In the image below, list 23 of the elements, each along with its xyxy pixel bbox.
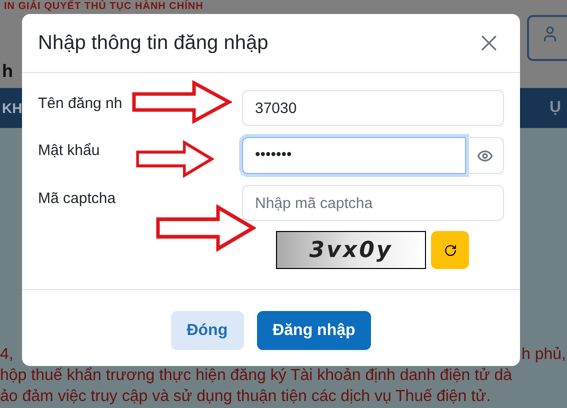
show-password-button[interactable] — [466, 137, 504, 174]
captcha-image: 3vx0y — [276, 231, 426, 269]
nav-item[interactable]: KH — [2, 98, 22, 118]
password-field[interactable]: ••••••• — [242, 137, 466, 174]
close-dialog-button[interactable]: Đóng — [170, 311, 244, 350]
page-title: IN GIẢI QUYẾT THỦ TỤC HÀNH CHÍNH — [3, 0, 204, 14]
page-subtitle: h — [2, 60, 14, 83]
login-button[interactable]: Đăng nhập — [256, 311, 372, 350]
paragraph-text: ảo đảm việc truy cập và sử dụng thuận tiện các dịch vụ Thuế điện tử. — [0, 387, 492, 407]
user-icon — [541, 25, 559, 43]
field-label: Tên đăng nh — [38, 94, 122, 114]
username-field[interactable]: 37030 — [242, 90, 504, 126]
paragraph-text: 4, — [0, 345, 14, 365]
field-label: Mã captcha — [38, 189, 116, 209]
eye-icon — [476, 148, 492, 164]
captcha-field[interactable]: Nhập mã captcha — [242, 185, 504, 221]
field-label: Mật khẩu — [38, 141, 100, 161]
paragraph-text: hộp thuế khẩn trương thực hiện đăng ký Tài khoản định danh điện tử dà — [0, 366, 514, 386]
paragraph-text: h phủ, — [522, 345, 566, 365]
refresh-captcha-button[interactable] — [431, 231, 469, 269]
dialog-title: Nhập thông tin đăng nhập — [38, 31, 268, 56]
refresh-icon — [444, 244, 456, 256]
nav-item[interactable]: Ụ — [549, 96, 561, 120]
